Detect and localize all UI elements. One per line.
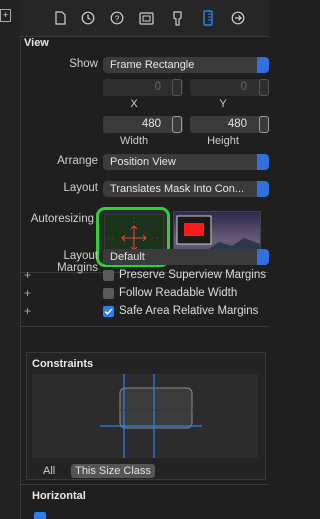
constraints-diagram [32, 374, 258, 458]
preserve-superview-margins-checkbox[interactable] [103, 270, 114, 281]
constraints-title: Constraints [32, 358, 94, 370]
safe-area-relative-margins-label: Safe Area Relative Margins [119, 305, 259, 317]
y-field[interactable]: 0 [190, 79, 269, 96]
add-variation-icon[interactable]: + [24, 268, 31, 282]
arrange-popup-value: Position View [110, 156, 176, 168]
chevron-updown-icon [257, 57, 269, 73]
svg-text:?: ? [115, 13, 120, 23]
horizontal-section-title: Horizontal [32, 490, 86, 502]
preserve-superview-margins-label: Preserve Superview Margins [119, 269, 267, 281]
checkmark-icon [104, 308, 113, 315]
help-icon[interactable]: ? [109, 10, 125, 26]
identity-icon[interactable] [138, 10, 154, 26]
view-section-title: View [24, 37, 49, 49]
layout-margins-popup-value: Default [110, 251, 145, 263]
layout-popup[interactable]: Translates Mask Into Con... [103, 181, 269, 197]
show-popup[interactable]: Frame Rectangle [103, 57, 269, 73]
height-label: Height [207, 135, 239, 147]
layout-label: Layout [63, 182, 98, 194]
x-field[interactable]: 0 [103, 79, 183, 96]
x-stepper[interactable] [172, 79, 182, 96]
safe-area-relative-margins-checkbox[interactable] [103, 306, 114, 317]
autoresizing-label: Autoresizing [30, 213, 94, 225]
navigator-strip: + [0, 0, 21, 519]
x-label: X [130, 98, 138, 110]
file-icon[interactable] [52, 10, 68, 26]
expand-icon[interactable]: + [0, 9, 11, 22]
width-field[interactable]: 480 [103, 116, 183, 133]
follow-readable-width-label: Follow Readable Width [119, 287, 238, 299]
y-label: Y [219, 98, 227, 110]
divider [20, 484, 269, 485]
arrange-label: Arrange [57, 155, 98, 167]
height-stepper[interactable] [259, 116, 269, 133]
history-icon[interactable] [80, 10, 96, 26]
arrange-popup[interactable]: Position View [103, 154, 269, 170]
add-variation-icon[interactable]: + [24, 304, 31, 318]
layout-margins-label: Layout Margins [57, 250, 98, 274]
layout-popup-value: Translates Mask Into Con... [110, 183, 245, 195]
inspector-toolbar: ? [20, 0, 269, 37]
height-field[interactable]: 480 [190, 116, 269, 133]
y-stepper[interactable] [259, 79, 269, 96]
divider [20, 326, 269, 327]
horizontal-checkbox[interactable] [34, 512, 46, 519]
tab-all[interactable]: All [43, 465, 55, 477]
connections-icon[interactable] [230, 10, 246, 26]
width-label: Width [119, 135, 149, 147]
chevron-updown-icon [257, 181, 269, 197]
add-variation-icon[interactable]: + [24, 286, 31, 300]
size-ruler-icon[interactable] [200, 10, 216, 26]
show-popup-value: Frame Rectangle [110, 59, 195, 71]
constraints-diagram-graphic [32, 374, 258, 458]
follow-readable-width-checkbox[interactable] [103, 288, 114, 299]
chevron-updown-icon [257, 249, 269, 265]
chevron-down-icon [257, 154, 269, 170]
tab-this-size-class[interactable]: This Size Class [71, 464, 155, 478]
attributes-icon[interactable] [169, 10, 185, 26]
width-stepper[interactable] [172, 116, 182, 133]
layout-margins-popup[interactable]: Default [103, 249, 269, 265]
show-label: Show [69, 58, 98, 70]
